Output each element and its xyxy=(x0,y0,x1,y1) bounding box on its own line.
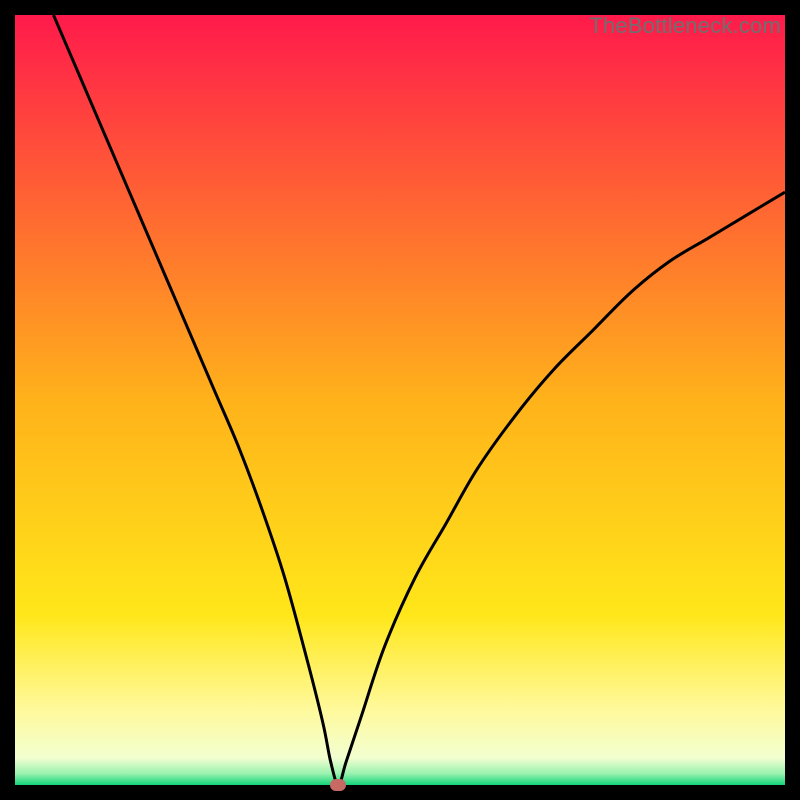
chart-canvas xyxy=(15,15,785,785)
watermark-text: TheBottleneck.com xyxy=(589,13,781,39)
bottleneck-point-marker xyxy=(330,779,346,791)
chart-background xyxy=(15,15,785,785)
chart-frame: TheBottleneck.com xyxy=(15,15,785,785)
